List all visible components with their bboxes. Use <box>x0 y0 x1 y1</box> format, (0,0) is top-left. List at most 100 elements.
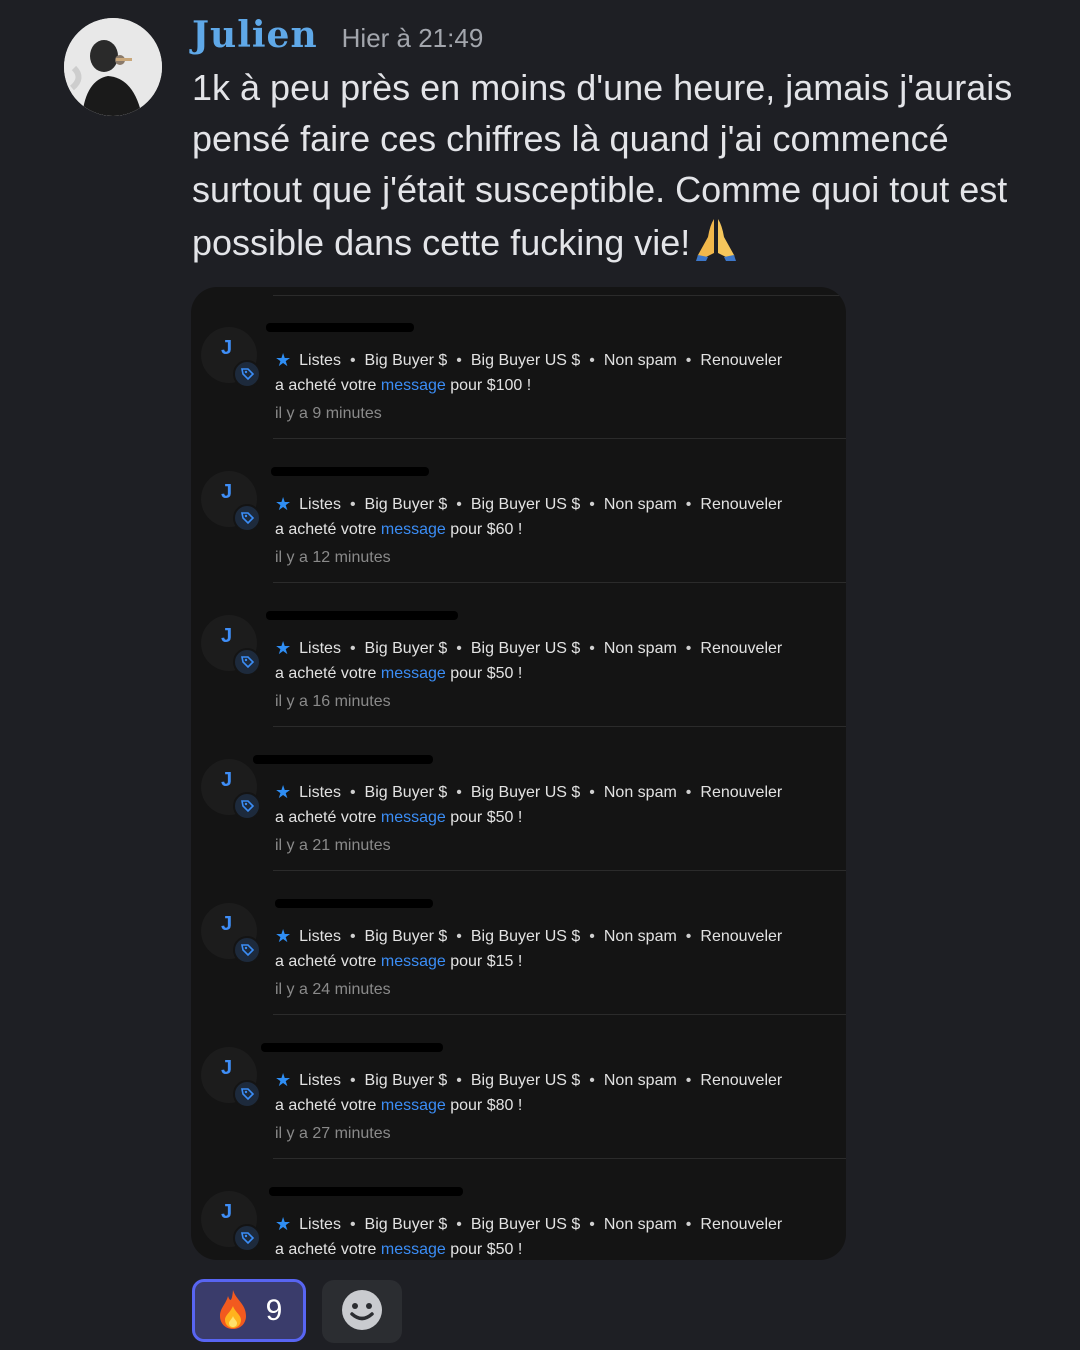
notifications-embed[interactable]: J ★ Listes • Big Buyer $ • Big Buyer US $ • Non … <box>191 287 846 1260</box>
fire-reaction-button[interactable]: 9 <box>192 1279 306 1342</box>
tag-label[interactable]: Big Buyer US $ <box>471 640 580 658</box>
tag-label[interactable]: Listes <box>299 784 341 802</box>
author-avatar[interactable] <box>64 18 162 116</box>
tag-label[interactable]: Big Buyer US $ <box>471 496 580 514</box>
tag-separator: • <box>589 639 595 657</box>
notification-item[interactable]: J ★ Listes • Big Buyer $ • Big Buyer US $ • Non … <box>191 871 846 1015</box>
tag-label[interactable]: Listes <box>299 640 341 658</box>
notification-time: il y a 21 minutes <box>275 837 391 854</box>
star-icon: ★ <box>275 926 292 946</box>
notification-avatar: J <box>201 1047 261 1108</box>
purchase-amount: pour $50 ! <box>450 809 523 826</box>
notification-tags: ★ Listes • Big Buyer $ • Big Buyer US $ • Non s… <box>275 494 782 515</box>
tag-label[interactable]: Non spam <box>604 496 677 514</box>
purchase-amount: pour $60 ! <box>450 521 523 538</box>
notification-item[interactable]: J ★ Listes • Big Buyer $ • Big Buyer US $ • Non … <box>191 583 846 727</box>
message-content: 1k à peu près en moins d'une heure, jama… <box>192 62 1062 276</box>
tag-separator: • <box>456 639 462 657</box>
message-link[interactable]: message <box>381 1241 446 1258</box>
message-text: 1k à peu près en moins d'une heure, jama… <box>192 67 1013 264</box>
tag-separator: • <box>589 1215 595 1233</box>
redacted-username <box>275 899 433 908</box>
tag-label[interactable]: Renouveler <box>700 1216 782 1234</box>
avatar-letter: J <box>221 769 233 791</box>
purchase-prefix: a acheté votre <box>275 1097 377 1114</box>
tag-separator: • <box>456 927 462 945</box>
notification-item[interactable]: J ★ Listes • Big Buyer $ • Big Buyer US $ • Non … <box>191 1015 846 1159</box>
add-reaction-button[interactable] <box>322 1280 402 1343</box>
tag-label[interactable]: Big Buyer US $ <box>471 928 580 946</box>
purchase-prefix: a acheté votre <box>275 377 377 394</box>
message-link[interactable]: message <box>381 521 446 538</box>
tag-label[interactable]: Listes <box>299 496 341 514</box>
purchase-text: a acheté votre message pour $15 ! <box>275 953 522 971</box>
avatar-photo-icon <box>64 18 162 116</box>
notification-tags: ★ Listes • Big Buyer $ • Big Buyer US $ • Non s… <box>275 926 782 947</box>
tag-label[interactable]: Non spam <box>604 784 677 802</box>
tag-separator: • <box>349 495 356 513</box>
tag-separator: • <box>589 1071 595 1089</box>
message-link[interactable]: message <box>381 665 446 682</box>
tag-label[interactable]: Big Buyer US $ <box>471 784 580 802</box>
tag-label[interactable]: Non spam <box>604 640 677 658</box>
tag-separator: • <box>456 1215 462 1233</box>
tag-label[interactable]: Big Buyer $ <box>365 1072 448 1090</box>
tag-label[interactable]: Big Buyer $ <box>365 496 448 514</box>
purchase-text: a acheté votre message pour $50 ! <box>275 809 522 827</box>
tag-separator: • <box>349 783 356 801</box>
tag-label[interactable]: Non spam <box>604 352 677 370</box>
notification-item[interactable]: J ★ Listes • Big Buyer $ • Big Buyer US $ • Non … <box>191 439 846 583</box>
notification-item[interactable]: J ★ Listes • Big Buyer $ • Big Buyer US $ • Non … <box>191 295 846 439</box>
notification-tags: ★ Listes • Big Buyer $ • Big Buyer US $ • Non s… <box>275 350 782 371</box>
tag-separator: • <box>456 495 462 513</box>
tag-label[interactable]: Renouveler <box>700 640 782 658</box>
message-link[interactable]: message <box>381 953 446 970</box>
message-link[interactable]: message <box>381 377 446 394</box>
tag-label[interactable]: Listes <box>299 352 341 370</box>
notification-time: il y a 27 minutes <box>275 1125 391 1142</box>
tag-label[interactable]: Listes <box>299 928 341 946</box>
author-name[interactable]: Julien <box>192 14 318 56</box>
redacted-username <box>266 323 414 332</box>
tag-label[interactable]: Big Buyer $ <box>365 928 448 946</box>
tag-separator: • <box>589 351 595 369</box>
message-link[interactable]: message <box>381 1097 446 1114</box>
purchase-prefix: a acheté votre <box>275 521 377 538</box>
tag-label[interactable]: Big Buyer $ <box>365 784 448 802</box>
tag-label[interactable]: Non spam <box>604 1216 677 1234</box>
purchase-amount: pour $50 ! <box>450 1241 523 1258</box>
tag-label[interactable]: Big Buyer $ <box>365 352 448 370</box>
tag-label[interactable]: Renouveler <box>700 496 782 514</box>
tag-label[interactable]: Non spam <box>604 1072 677 1090</box>
tag-label[interactable]: Renouveler <box>700 928 782 946</box>
tag-badge-icon <box>233 792 261 820</box>
star-icon: ★ <box>275 1070 292 1090</box>
tag-label[interactable]: Renouveler <box>700 784 782 802</box>
tag-separator: • <box>349 351 356 369</box>
tag-label[interactable]: Big Buyer $ <box>365 640 448 658</box>
notification-time: il y a 9 minutes <box>275 405 382 422</box>
star-icon: ★ <box>275 494 292 514</box>
tag-badge-icon <box>233 1224 261 1252</box>
tag-label[interactable]: Renouveler <box>700 352 782 370</box>
tag-label[interactable]: Renouveler <box>700 1072 782 1090</box>
tag-badge-icon <box>233 504 261 532</box>
redacted-username <box>253 755 433 764</box>
notification-tags: ★ Listes • Big Buyer $ • Big Buyer US $ • Non s… <box>275 1214 782 1235</box>
notification-tags: ★ Listes • Big Buyer $ • Big Buyer US $ • Non s… <box>275 782 782 803</box>
tag-label[interactable]: Big Buyer US $ <box>471 1072 580 1090</box>
tag-label[interactable]: Big Buyer US $ <box>471 1216 580 1234</box>
tag-label[interactable]: Listes <box>299 1216 341 1234</box>
notification-item[interactable]: J ★ Listes • Big Buyer $ • Big Buyer US $ • Non … <box>191 727 846 871</box>
purchase-amount: pour $50 ! <box>450 665 523 682</box>
tag-label[interactable]: Non spam <box>604 928 677 946</box>
tag-label[interactable]: Big Buyer US $ <box>471 352 580 370</box>
avatar-letter: J <box>221 481 233 503</box>
notification-time: il y a 16 minutes <box>275 693 391 710</box>
tag-label[interactable]: Big Buyer $ <box>365 1216 448 1234</box>
reaction-count: 9 <box>265 1293 283 1327</box>
tag-label[interactable]: Listes <box>299 1072 341 1090</box>
notification-item[interactable]: J ★ Listes • Big Buyer $ • Big Buyer US $ • Non … <box>191 1159 846 1260</box>
redacted-username <box>261 1043 443 1052</box>
message-link[interactable]: message <box>381 809 446 826</box>
